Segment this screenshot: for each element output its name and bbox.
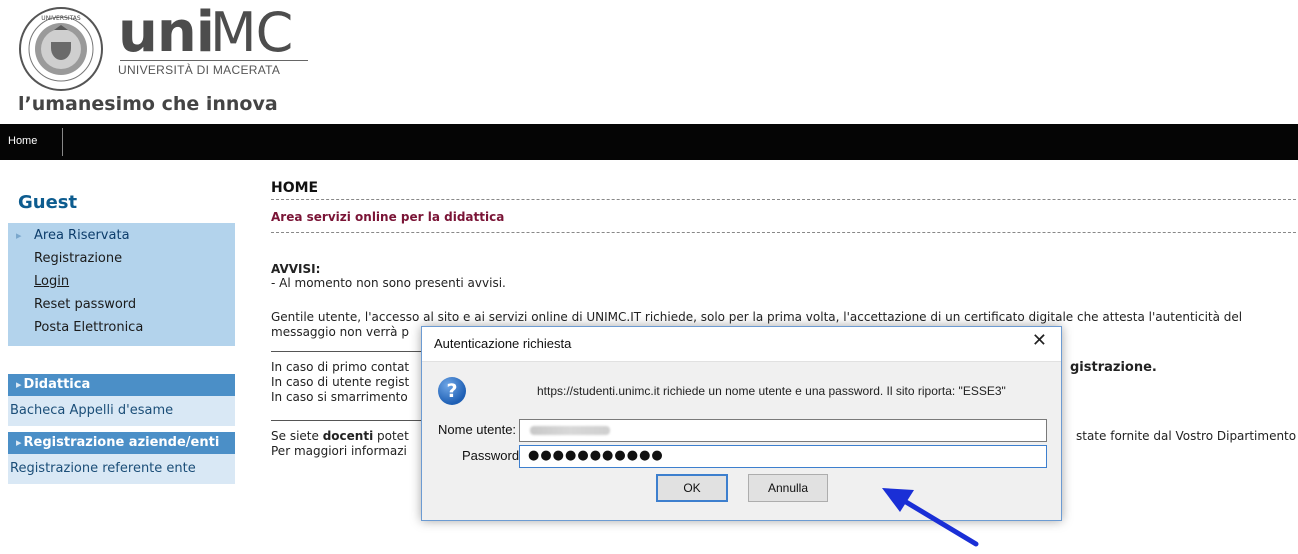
paragraph-line: Gentile utente, l'accesso al sito e ai s… xyxy=(271,310,1243,324)
sidebar-item-registrazione[interactable]: Registrazione xyxy=(8,248,235,271)
top-navbar: Home xyxy=(0,124,1298,160)
brand-subtitle: UNIVERSITÀ DI MACERATA xyxy=(118,63,281,77)
section-header-label: Registrazione aziende/enti xyxy=(23,435,220,450)
sidebar: Guest Area Riservata Registrazione Login… xyxy=(8,186,235,484)
separator-line xyxy=(271,420,431,421)
main-content: HOME Area servizi online per la didattic… xyxy=(271,180,1298,458)
question-icon: ? xyxy=(438,377,466,405)
password-value: ●●●●●●●●●●● xyxy=(528,448,664,463)
section-header-didattica[interactable]: Didattica xyxy=(8,374,235,396)
section-header-label: Didattica xyxy=(23,377,91,392)
sidebar-item-area-riservata[interactable]: Area Riservata xyxy=(8,225,235,248)
page-subtitle: Area servizi online per la didattica xyxy=(271,210,505,224)
docenti-paragraph: Se siete docenti potet Per maggiori info… xyxy=(271,429,409,459)
sidebar-title: Guest xyxy=(18,192,78,213)
registrazione-link-text[interactable]: gistrazione. xyxy=(1070,360,1157,375)
tagline: l’umanesimo che innova xyxy=(18,93,278,115)
sidebar-item-reset-password[interactable]: Reset password xyxy=(8,294,235,317)
brand-divider xyxy=(120,60,308,61)
separator-line xyxy=(271,351,431,352)
cancel-button[interactable]: Annulla xyxy=(748,474,828,502)
paragraph-text: Se siete xyxy=(271,429,319,443)
university-seal-icon: UNIVERSITAS xyxy=(19,7,103,91)
paragraph-line: In caso si smarrimento xyxy=(271,390,408,404)
docenti-paragraph-end: state fornite dal Vostro Dipartimento xyxy=(1076,429,1297,443)
guest-menu: Area Riservata Registrazione Login Reset… xyxy=(8,223,235,346)
brand-uni-text: uni xyxy=(118,0,215,65)
avvisi-text: - Al momento non sono presenti avvisi. xyxy=(271,276,506,290)
password-label: Password: xyxy=(462,448,523,463)
nav-home-link[interactable]: Home xyxy=(8,135,37,147)
ok-button[interactable]: OK xyxy=(656,474,728,502)
dialog-message: https://studenti.unimc.it richiede un no… xyxy=(537,384,1006,398)
sidebar-item-login[interactable]: Login xyxy=(8,271,235,294)
paragraph-text: potet xyxy=(377,429,409,443)
info-paragraph: In caso di primo contat In caso di utent… xyxy=(271,360,409,405)
docenti-bold: docenti xyxy=(322,429,374,443)
annotation-arrow-icon xyxy=(882,488,979,547)
sidebar-item-posta-elettronica[interactable]: Posta Elettronica xyxy=(8,317,235,340)
paragraph-line: In caso di primo contat xyxy=(271,360,410,374)
avvisi-label: AVVISI xyxy=(271,262,316,276)
page-title: HOME xyxy=(271,180,319,196)
divider xyxy=(271,232,1298,233)
password-field[interactable]: ●●●●●●●●●●● xyxy=(519,445,1047,468)
sidebar-item-bacheca-appelli[interactable]: Bacheca Appelli d'esame xyxy=(8,396,235,426)
username-label: Nome utente: xyxy=(438,422,517,437)
brand-mc-text: MC xyxy=(210,1,293,64)
username-field[interactable] xyxy=(519,419,1047,442)
blurred-username xyxy=(530,426,610,435)
nav-separator xyxy=(62,128,63,156)
close-icon[interactable]: ✕ xyxy=(1032,330,1047,351)
paragraph-line: Per maggiori informazi xyxy=(271,444,407,458)
svg-text:UNIVERSITAS: UNIVERSITAS xyxy=(41,15,81,22)
paragraph-line: messaggio non verrà p xyxy=(271,325,409,339)
section-header-registrazione-aziende[interactable]: Registrazione aziende/enti xyxy=(8,432,235,454)
avvisi-block: AVVISI: - Al momento non sono presenti a… xyxy=(271,262,506,290)
dialog-title: Autenticazione richiesta xyxy=(434,336,572,351)
paragraph-line: In caso di utente regist xyxy=(271,375,410,389)
sidebar-item-registrazione-referente[interactable]: Registrazione referente ente xyxy=(8,454,235,484)
